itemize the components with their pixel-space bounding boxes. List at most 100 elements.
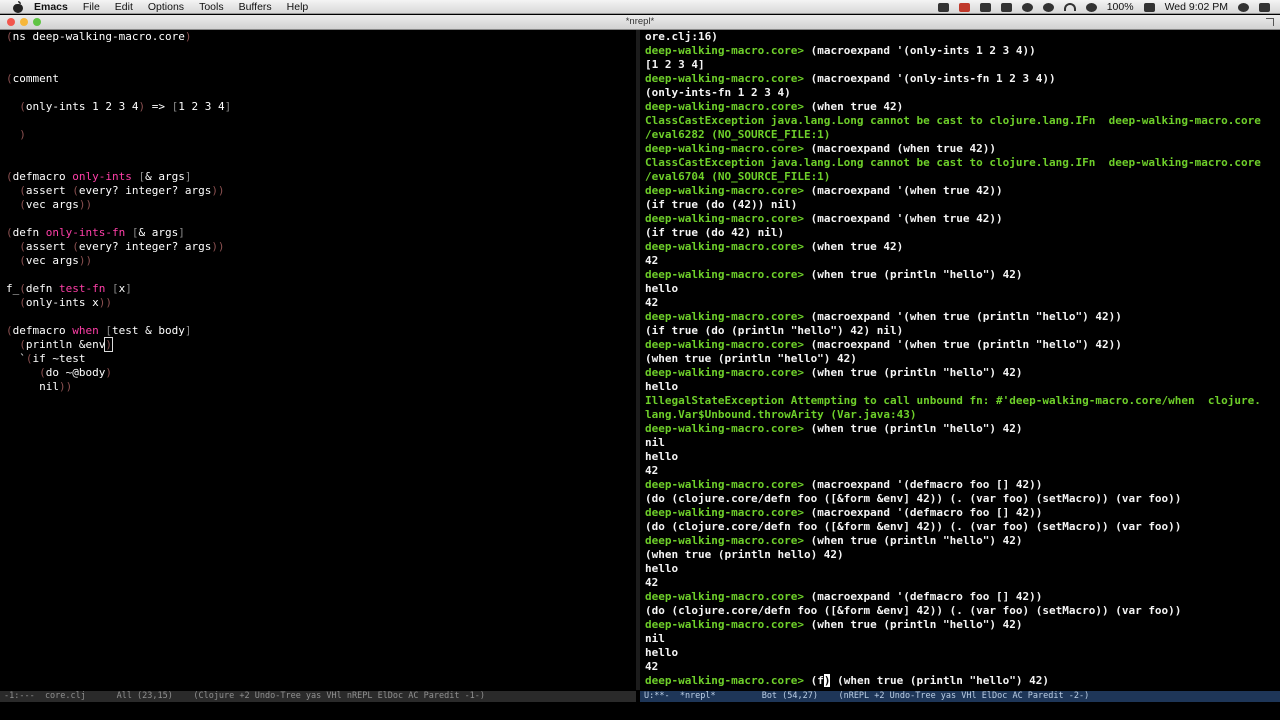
apple-icon[interactable] xyxy=(11,0,25,13)
repl-output: (if true (do 42) nil) xyxy=(645,226,785,239)
repl-line: deep-walking-macro.core> (macroexpand '(… xyxy=(640,338,1280,352)
volume-icon[interactable] xyxy=(1085,2,1097,12)
repl-line: (do (clojure.core/defn foo ([&form &env]… xyxy=(640,492,1280,506)
repl-line: deep-walking-macro.core> (macroexpand (w… xyxy=(640,142,1280,156)
repl-output: hello xyxy=(645,562,679,575)
repl-output: hello xyxy=(645,450,679,463)
repl-line: deep-walking-macro.core> (when true (pri… xyxy=(640,366,1280,380)
repl-line: ClassCastException java.lang.Long cannot… xyxy=(640,156,1280,170)
code-line: (ns deep-walking-macro.core) xyxy=(6,30,192,43)
repl-prompt: deep-walking-macro.core> xyxy=(645,534,811,547)
repl-input: (macroexpand (when true 42)) xyxy=(810,142,997,155)
repl-line: deep-walking-macro.core> (when true (pri… xyxy=(640,618,1280,632)
menu-tools[interactable]: Tools xyxy=(199,1,224,13)
repl-line: hello xyxy=(640,282,1280,296)
repl-prompt: deep-walking-macro.core> xyxy=(645,240,811,253)
evernote-icon[interactable] xyxy=(937,2,949,12)
wifi-icon[interactable] xyxy=(1063,3,1076,11)
menu-app-emacs[interactable]: Emacs xyxy=(34,1,68,13)
repl-line: 42 xyxy=(640,464,1280,478)
repl-line: IllegalStateException Attempting to call… xyxy=(640,394,1280,408)
window-titlebar: *nrepl* xyxy=(0,15,1280,30)
repl-input: (when true (println "hello") 42) xyxy=(810,618,1023,631)
menu-file[interactable]: File xyxy=(83,1,100,13)
repl-error: ClassCastException java.lang.Long cannot… xyxy=(645,156,1261,169)
repl-output: nil xyxy=(645,436,665,449)
code-line: (assert (every? integer? args)) xyxy=(19,240,225,253)
text-cursor: ) xyxy=(104,337,113,352)
repl-prompt: deep-walking-macro.core> xyxy=(645,310,811,323)
repl-prompt: deep-walking-macro.core> xyxy=(645,72,811,85)
repl-prompt: deep-walking-macro.core> xyxy=(645,142,811,155)
repl-input-line[interactable]: deep-walking-macro.core> (f) (when true … xyxy=(640,674,1280,688)
repl-output: (only-ints-fn 1 2 3 4) xyxy=(645,86,791,99)
clock[interactable]: Wed 9:02 PM xyxy=(1165,1,1228,13)
repl-line: deep-walking-macro.core> (macroexpand '(… xyxy=(640,590,1280,604)
battery-icon[interactable] xyxy=(1143,2,1155,12)
repl-line: lang.Var$Unbound.throwArity (Var.java:43… xyxy=(640,408,1280,422)
repl-line: deep-walking-macro.core> (when true (pri… xyxy=(640,534,1280,548)
dropbox-icon[interactable] xyxy=(979,2,991,12)
code-line: (comment xyxy=(6,72,59,85)
repl-output: hello xyxy=(645,380,679,393)
code-line: ) xyxy=(19,128,26,141)
code-line: f_(defn test-fn [x] xyxy=(6,282,132,295)
repl-line: deep-walking-macro.core> (when true (pri… xyxy=(640,422,1280,436)
repl-output: (when true (println hello) 42) xyxy=(645,548,844,561)
editor-pane-core-clj[interactable]: (ns deep-walking-macro.core) (comment (o… xyxy=(0,30,636,690)
repl-current-input[interactable]: (f xyxy=(811,674,824,687)
repl-output: (do (clojure.core/defn foo ([&form &env]… xyxy=(645,492,1182,505)
repl-output: 42 xyxy=(645,464,659,477)
time-machine-icon[interactable] xyxy=(1021,2,1033,12)
repl-prompt: deep-walking-macro.core> xyxy=(645,212,811,225)
mode-line-nrepl: U:**- *nrepl* Bot (54,27) (nREPL +2 Undo… xyxy=(640,691,1280,702)
spotlight-search-icon[interactable] xyxy=(1238,2,1249,12)
repl-input: (when true (println "hello") 42) xyxy=(810,268,1023,281)
record-icon[interactable] xyxy=(958,2,970,12)
repl-prompt: deep-walking-macro.core> xyxy=(645,478,811,491)
repl-output: [1 2 3 4] xyxy=(645,58,705,71)
repl-line: deep-walking-macro.core> (macroexpand '(… xyxy=(640,184,1280,198)
repl-pane[interactable]: ore.clj:16) deep-walking-macro.core> (mac… xyxy=(640,30,1280,690)
repl-line: hello xyxy=(640,380,1280,394)
repl-prompt: deep-walking-macro.core> xyxy=(645,674,811,687)
repl-line: (if true (do 42) nil) xyxy=(640,226,1280,240)
repl-output: hello xyxy=(645,282,679,295)
repl-line: ClassCastException java.lang.Long cannot… xyxy=(640,114,1280,128)
repl-input: (macroexpand '(only-ints-fn 1 2 3 4)) xyxy=(810,72,1056,85)
repl-input: (macroexpand '(defmacro foo [] 42)) xyxy=(810,590,1043,603)
repl-input: (when true (println "hello") 42) xyxy=(810,534,1023,547)
status-tray: 100% Wed 9:02 PM xyxy=(937,0,1280,14)
menu-buffers[interactable]: Buffers xyxy=(239,1,272,13)
repl-line: deep-walking-macro.core> (macroexpand '(… xyxy=(640,212,1280,226)
repl-current-input-rest[interactable]: (when true (println "hello") 42) xyxy=(830,674,1049,687)
bluetooth-icon[interactable] xyxy=(1042,2,1054,12)
repl-line: hello xyxy=(640,646,1280,660)
notification-list-icon[interactable] xyxy=(1259,2,1270,12)
repl-input: (macroexpand '(defmacro foo [] 42)) xyxy=(810,506,1043,519)
code-line: (println &env) xyxy=(19,337,113,352)
menu-options[interactable]: Options xyxy=(148,1,184,13)
code-line: (defn only-ints-fn [& args] xyxy=(6,226,185,239)
repl-input: (when true (println "hello") 42) xyxy=(810,366,1023,379)
code-line: (only-ints x)) xyxy=(19,296,112,309)
repl-error: ClassCastException java.lang.Long cannot… xyxy=(645,114,1261,127)
repl-input: (macroexpand '(when true 42)) xyxy=(810,212,1003,225)
repl-input: (macroexpand '(when true 42)) xyxy=(810,184,1003,197)
battery-percent[interactable]: 100% xyxy=(1107,1,1134,13)
menu-edit[interactable]: Edit xyxy=(115,1,133,13)
repl-line: (if true (do (42)) nil) xyxy=(640,198,1280,212)
repl-line: 42 xyxy=(640,576,1280,590)
display-icon[interactable] xyxy=(1000,2,1012,12)
menu-help[interactable]: Help xyxy=(287,1,309,13)
repl-prompt: deep-walking-macro.core> xyxy=(645,100,811,113)
minibuffer[interactable] xyxy=(0,702,1280,720)
repl-output: nil xyxy=(645,632,665,645)
repl-line: deep-walking-macro.core> (macroexpand '(… xyxy=(640,44,1280,58)
fullscreen-icon[interactable] xyxy=(1266,18,1274,26)
repl-output: 42 xyxy=(645,660,659,673)
